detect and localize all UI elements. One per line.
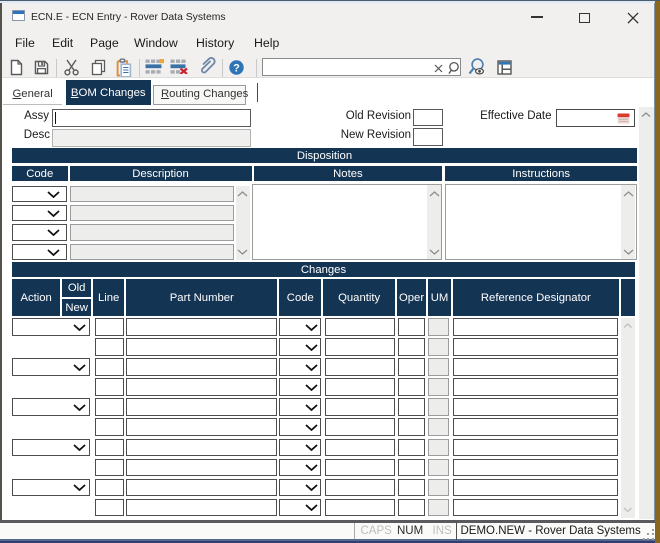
svg-text:?: ? bbox=[233, 62, 240, 74]
